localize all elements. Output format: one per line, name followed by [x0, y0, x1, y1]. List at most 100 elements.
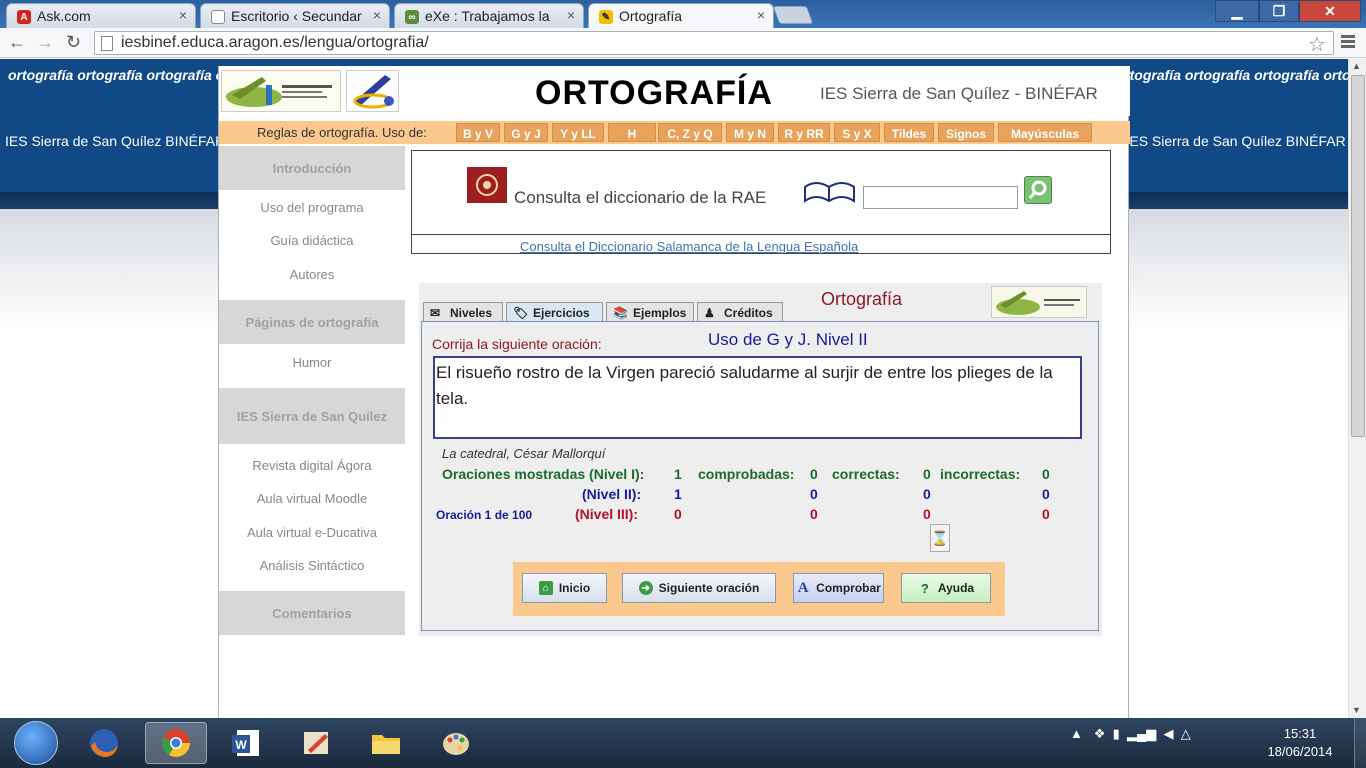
tab-niveles[interactable]: ✉ Niveles	[423, 302, 503, 322]
system-tray: ▲ ❖ ▮ ▂▄▆ ◀ △	[1070, 726, 1191, 742]
rule-button-h[interactable]: H	[608, 123, 656, 142]
stat-label-comprobadas: comprobadas:	[698, 466, 795, 482]
paint-program-icon[interactable]	[285, 722, 347, 764]
rae-emblem-icon	[467, 167, 507, 203]
rule-button-ryrr[interactable]: R y RR	[778, 123, 830, 142]
sidebar-head-comentarios[interactable]: Comentarios	[219, 591, 405, 635]
battery-icon[interactable]: ▮	[1113, 726, 1120, 741]
dropbox-icon[interactable]: ❖	[1094, 726, 1106, 741]
tab-creditos[interactable]: ♟ Créditos	[697, 302, 783, 322]
school-logo	[221, 70, 341, 112]
school-logo-small	[991, 286, 1087, 318]
paint-palette-icon[interactable]	[425, 722, 487, 764]
windows-taskbar: W ▲ ❖ ▮ ▂▄▆ ◀ △ 15:31 18/06/2014	[0, 718, 1366, 768]
tab-ask[interactable]: A Ask.com ×	[6, 3, 196, 28]
site-header: ORTOGRAFÍA IES Sierra de San Quílez - BI…	[219, 66, 1130, 116]
page-scrollbar[interactable]: ▲ ▼	[1348, 59, 1366, 718]
sidebar-link-analisis[interactable]: Análisis Sintáctico	[219, 558, 405, 573]
search-button[interactable]	[1024, 176, 1052, 204]
firefox-icon[interactable]	[73, 722, 135, 764]
books-icon: 📚	[613, 306, 628, 320]
sidebar-head-paginas: Páginas de ortografía	[219, 300, 405, 344]
bookmark-star-icon[interactable]: ☆	[1308, 32, 1326, 57]
page-icon	[101, 36, 113, 51]
start-button[interactable]	[14, 721, 58, 765]
salamanca-dictionary-link[interactable]: Consulta el Diccionario Salamanca de la …	[520, 239, 858, 254]
sentence-editor[interactable]: El risueño rostro de la Virgen pareció s…	[433, 356, 1082, 439]
stat-label-nivel3: (Nivel III):	[575, 506, 639, 522]
rule-button-byv[interactable]: B y V	[456, 123, 500, 142]
siguiente-oracion-button[interactable]: ➔ Siguiente oración	[622, 573, 776, 603]
rule-button-gyj[interactable]: G y J	[504, 123, 548, 142]
show-hidden-icons-icon[interactable]: ▲	[1070, 726, 1083, 741]
show-desktop-button[interactable]	[1354, 718, 1366, 768]
minimize-button[interactable]: ▁	[1215, 0, 1259, 22]
web-page: ortografía ortografía ortografía ortogra…	[0, 59, 1348, 718]
folder-icon[interactable]	[355, 722, 417, 764]
rule-button-signos[interactable]: Signos	[938, 123, 994, 142]
comprobar-button[interactable]: A Comprobar	[793, 573, 884, 603]
stat-n1-mostradas: 1	[674, 466, 682, 482]
maximize-button[interactable]: ❐	[1259, 0, 1299, 22]
tab-ejercicios[interactable]: 🏷 Ejercicios	[506, 302, 603, 322]
book-icon	[802, 179, 857, 207]
google-drive-icon[interactable]: △	[1181, 726, 1191, 741]
rule-button-yyll[interactable]: Y y LL	[552, 123, 604, 142]
stat-label-incorrectas: incorrectas:	[940, 466, 1021, 482]
sidebar-link-uso-programa[interactable]: Uso del programa	[219, 200, 405, 215]
network-icon[interactable]: ▂▄▆	[1127, 726, 1156, 741]
rule-button-czq[interactable]: C, Z y Q	[658, 123, 722, 142]
system-clock[interactable]: 15:31 18/06/2014	[1255, 725, 1345, 761]
word-icon[interactable]: W	[215, 722, 277, 764]
ortografia-icon: ✎	[599, 10, 613, 24]
sidebar-head-introduccion: Introducción	[219, 146, 405, 190]
sidebar-link-educativa[interactable]: Aula virtual e-Ducativa	[219, 525, 405, 540]
page-title: ORTOGRAFÍA	[535, 74, 773, 112]
button-label: Comprobar	[816, 581, 881, 595]
scroll-up-icon[interactable]: ▲	[1352, 61, 1361, 71]
close-icon[interactable]: ×	[179, 7, 187, 23]
rule-button-syx[interactable]: S y X	[834, 123, 880, 142]
search-icon	[1028, 180, 1047, 199]
close-icon[interactable]: ×	[373, 7, 381, 23]
tab-exe[interactable]: ∞ eXe : Trabajamos la ×	[394, 3, 584, 28]
close-window-button[interactable]: ✕	[1299, 0, 1361, 22]
close-icon[interactable]: ×	[567, 7, 575, 23]
reload-icon[interactable]: ↻	[66, 32, 81, 53]
chrome-icon[interactable]	[145, 722, 207, 764]
tab-label: Ejercicios	[533, 306, 590, 320]
volume-icon[interactable]: ◀	[1163, 726, 1173, 741]
ortografia-logo	[346, 70, 399, 112]
back-icon[interactable]: ←	[8, 32, 26, 53]
tab-ejemplos[interactable]: 📚 Ejemplos	[606, 302, 694, 322]
sidebar-link-agora[interactable]: Revista digital Ágora	[219, 458, 405, 473]
stat-label-nivel2: (Nivel II):	[582, 486, 642, 502]
stat-n2-correctas: 0	[923, 486, 931, 502]
forward-icon[interactable]: →	[36, 32, 54, 53]
rule-button-tildes[interactable]: Tildes	[884, 123, 934, 142]
tab-escritorio[interactable]: Escritorio ‹ Secundar ×	[200, 3, 390, 28]
scroll-down-icon[interactable]: ▼	[1352, 705, 1361, 715]
stat-n3-mostradas: 0	[674, 506, 682, 522]
stat-n3-comprobadas: 0	[810, 506, 818, 522]
new-tab-button[interactable]	[772, 6, 814, 24]
tab-title: Ask.com	[37, 8, 91, 24]
ask-icon: A	[17, 10, 31, 24]
sidebar-link-guia-didactica[interactable]: Guía didáctica	[219, 233, 405, 248]
sidebar-link-moodle[interactable]: Aula virtual Moodle	[219, 491, 405, 506]
rule-button-mayusculas[interactable]: Mayúsculas	[998, 123, 1092, 142]
sidebar-link-humor[interactable]: Humor	[219, 355, 405, 370]
tab-label: Niveles	[450, 306, 493, 320]
button-label: Siguiente oración	[658, 581, 760, 595]
exercise-panel: Corrija la siguiente oración: Uso de G y…	[421, 321, 1099, 631]
rae-search-input[interactable]	[863, 186, 1018, 209]
ayuda-button[interactable]: ? Ayuda	[901, 573, 991, 603]
tab-ortografia[interactable]: ✎ Ortografía ×	[588, 3, 774, 29]
menu-icon[interactable]	[1341, 35, 1355, 50]
address-bar[interactable]: iesbinef.educa.aragon.es/lengua/ortograf…	[94, 31, 1334, 55]
scroll-thumb[interactable]	[1351, 75, 1365, 437]
sidebar-link-autores[interactable]: Autores	[219, 267, 405, 282]
rule-button-myn[interactable]: M y N	[726, 123, 774, 142]
close-icon[interactable]: ×	[757, 7, 765, 23]
inicio-button[interactable]: ⌂ Inicio	[522, 573, 607, 603]
